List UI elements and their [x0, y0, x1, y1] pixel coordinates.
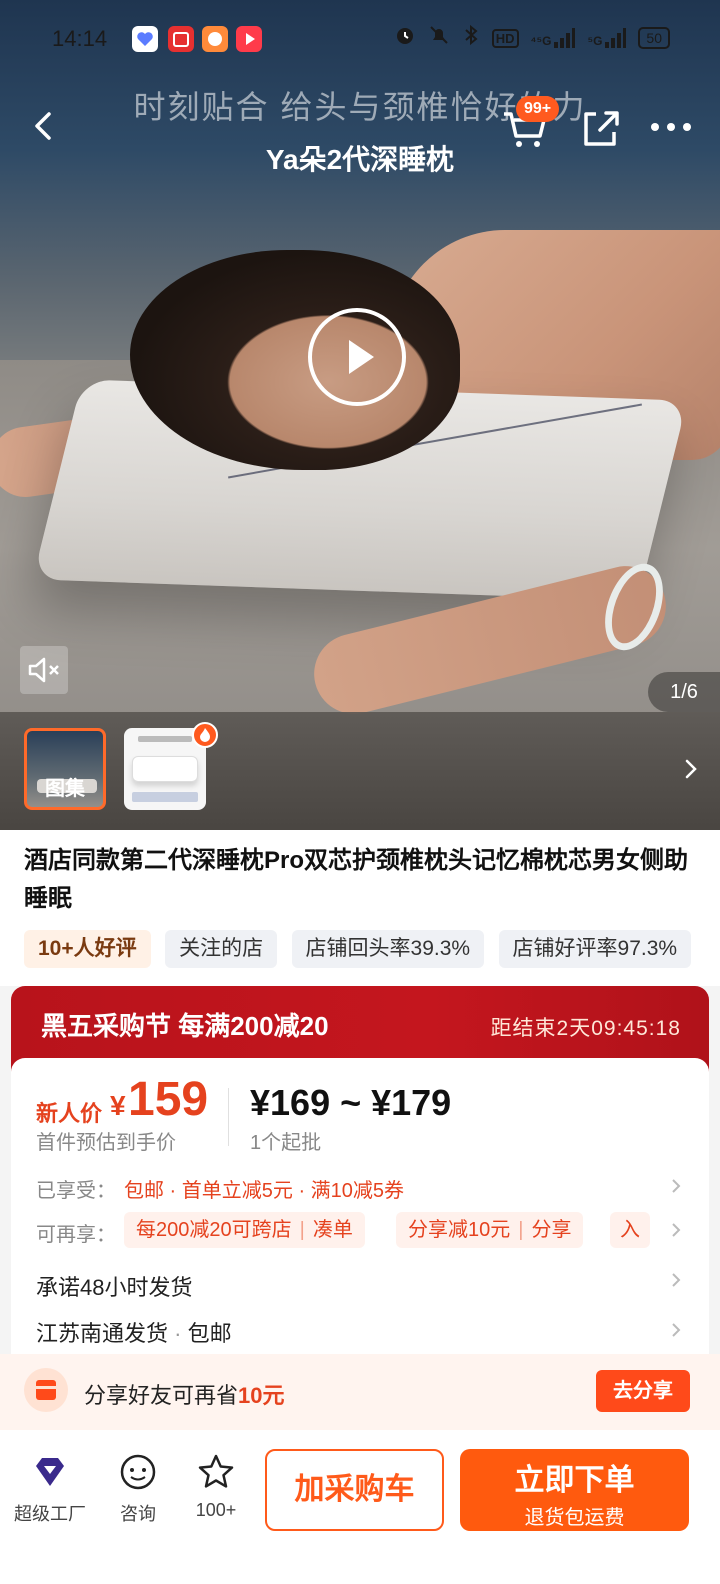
app-notification-icon [202, 26, 228, 52]
product-title: 酒店同款第二代深睡枕Pro双芯护颈椎枕头记忆棉枕芯男女侧助睡眠 [24, 847, 689, 912]
free-shipping: 包邮 [187, 1321, 232, 1346]
hd-icon: HD [491, 28, 519, 48]
go-share-button[interactable]: 去分享 [596, 1370, 690, 1412]
favorite-count: 100+ [195, 1500, 237, 1520]
super-factory-label: 超级工厂 [14, 1504, 86, 1524]
media-page-counter: 1/6 [648, 672, 720, 712]
signal-icon: ⁵G [587, 28, 627, 48]
new-user-price-label: 新人价 [36, 1101, 103, 1126]
share-link[interactable]: 分享 [531, 1219, 571, 1241]
favorite-button[interactable]: 100+ [174, 1452, 258, 1521]
app-notification-icon [132, 26, 158, 52]
cart-count-badge: 99+ [516, 96, 560, 122]
store-rating-tag[interactable]: 店铺好评率97.3% [498, 930, 692, 968]
chip-label: 分享减10元 [408, 1219, 511, 1241]
share-amount: 10元 [238, 1383, 285, 1408]
chip-label: 每200减20可跨店 [136, 1219, 292, 1241]
media-thumbnail-strip [0, 712, 720, 830]
speaker-muted-icon [28, 657, 59, 683]
bluetooth-icon [462, 24, 480, 52]
share-button[interactable] [578, 106, 622, 150]
more-button[interactable] [648, 112, 694, 142]
promotion-countdown: 距结束2天09:45:18 [490, 1017, 681, 1040]
chevron-right-icon[interactable] [668, 1270, 684, 1290]
mute-bell-icon [428, 24, 450, 52]
back-button[interactable] [22, 104, 66, 148]
super-factory-button[interactable]: 超级工厂 [8, 1452, 92, 1526]
chat-smile-icon [118, 1452, 158, 1492]
chevron-right-icon[interactable] [668, 1320, 684, 1340]
chevron-right-icon[interactable] [668, 1220, 684, 1240]
buy-now-sublabel: 退货包运费 [524, 1507, 625, 1529]
minimum-order: 1个起批 [250, 1132, 322, 1154]
collect-order-link[interactable]: 凑单 [313, 1219, 353, 1241]
share-text-prefix: 分享好友可再省 [84, 1383, 239, 1408]
more-benefit-chip[interactable]: 入 [610, 1212, 650, 1248]
status-bar: 14:14 HD ⁴⁵G ⁵G 50 [0, 0, 720, 80]
product-tags: 10+人好评 关注的店 店铺回头率39.3% 店铺好评率97.3% [24, 930, 720, 968]
shipping-origin[interactable]: 江苏南通发货 · 包邮 [36, 1316, 232, 1348]
alarm-icon [394, 24, 416, 52]
app-notification-icon [236, 26, 262, 52]
shipping-promise[interactable]: 承诺48小时发货 [36, 1270, 192, 1302]
battery-indicator: 50 [638, 27, 670, 49]
new-user-price: 159 [128, 1073, 209, 1126]
share-icon [584, 111, 619, 146]
signal-icon: ⁴⁵G [531, 28, 576, 48]
chip-divider: | [518, 1219, 524, 1241]
enjoyed-benefits-value[interactable]: 包邮 · 首单立减5元 · 满10减5券 [124, 1174, 404, 1203]
separator: · [168, 1321, 188, 1346]
share-gift-icon [24, 1368, 68, 1412]
mute-button[interactable] [20, 646, 68, 694]
buy-now-label: 立即下单 [514, 1464, 635, 1497]
play-icon [349, 340, 374, 374]
cross-store-coupon-chip[interactable]: 每200减20可跨店 | 凑单 [124, 1212, 365, 1248]
chevron-right-icon[interactable] [668, 1176, 684, 1196]
promotion-title: 黑五采购节 每满200减20 [41, 1011, 329, 1041]
origin-text: 江苏南通发货 [36, 1321, 169, 1346]
chevron-left-icon [35, 112, 51, 140]
review-tag[interactable]: 10+人好评 [24, 930, 151, 968]
status-time: 14:14 [52, 26, 108, 51]
add-to-cart-button[interactable]: 加采购车 [265, 1449, 444, 1531]
enjoyed-benefits-label: 已享受： [36, 1180, 116, 1202]
hot-flame-icon [192, 722, 218, 748]
play-video-button[interactable] [308, 308, 406, 406]
gallery-label: 图集 [45, 778, 85, 800]
chip-label: 入 [620, 1219, 640, 1241]
thumbnail-pillow-image [132, 756, 198, 782]
thumbnail-features-image [132, 792, 198, 802]
star-icon [196, 1452, 236, 1492]
followed-store-tag[interactable]: 关注的店 [165, 930, 278, 968]
diamond-icon [30, 1452, 70, 1492]
thumbnail-caption-image [138, 736, 192, 742]
repurchase-rate-tag[interactable]: 店铺回头率39.3% [291, 930, 485, 968]
more-dots-icon [651, 123, 691, 131]
estimated-price-note: 首件预估到手价 [36, 1132, 176, 1154]
share-savings-text: 分享好友可再省10元 [84, 1378, 285, 1410]
gallery-thumbnail[interactable]: 图集 [24, 728, 106, 810]
buy-now-button[interactable]: 立即下单 退货包运费 [460, 1449, 689, 1531]
share-discount-chip[interactable]: 分享减10元 | 分享 [396, 1212, 584, 1248]
status-icons: HD ⁴⁵G ⁵G 50 [394, 24, 670, 52]
divider [228, 1088, 229, 1146]
chevron-right-icon [685, 759, 697, 779]
price-range: ¥169 ~ ¥179 [250, 1082, 452, 1123]
consult-button[interactable]: 咨询 [96, 1452, 180, 1526]
chip-divider: | [299, 1219, 305, 1241]
more-benefits-label: 可再享： [36, 1224, 116, 1246]
consult-label: 咨询 [120, 1504, 156, 1524]
thumbnails-next-button[interactable] [680, 754, 702, 784]
app-notification-icon [168, 26, 194, 52]
currency-symbol: ¥ [110, 1090, 126, 1121]
